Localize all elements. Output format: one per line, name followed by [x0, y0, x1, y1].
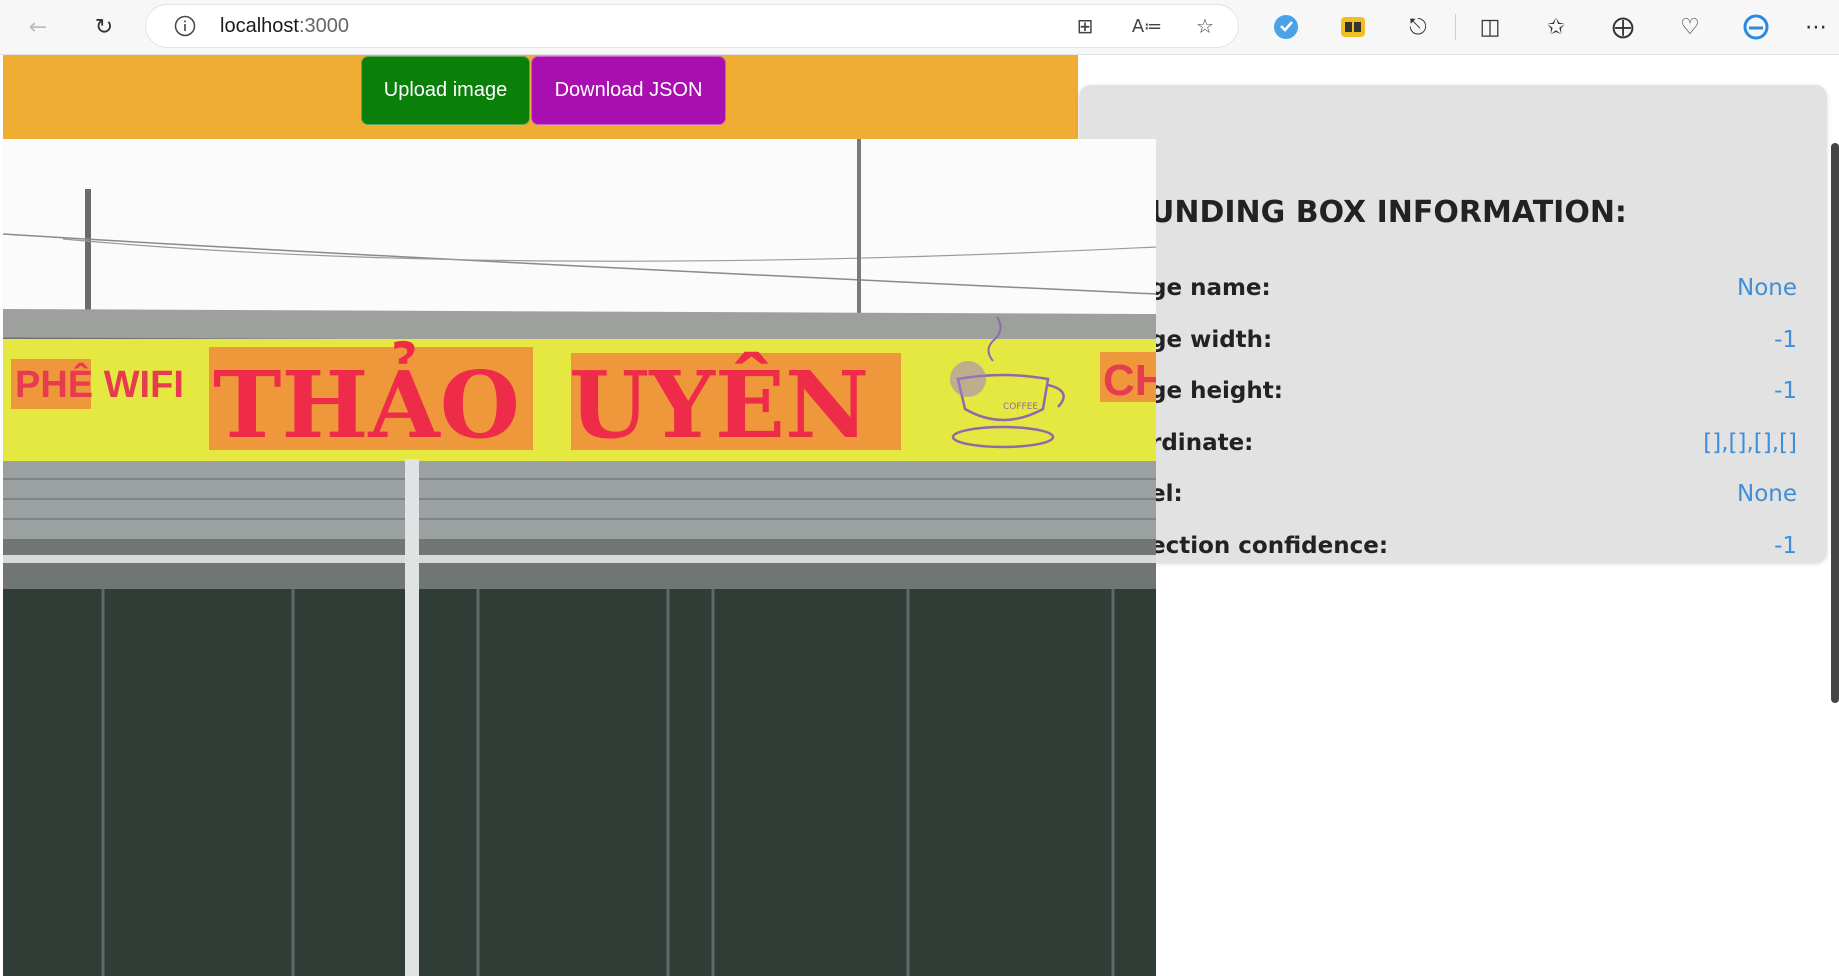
toolbar-divider — [1455, 14, 1456, 40]
info-label: ge height: — [1150, 378, 1283, 404]
page-content: Upload image Download JSON UNDING BOX IN… — [0, 55, 1839, 976]
info-row: ge height: -1 — [1079, 378, 1827, 418]
info-value: -1 — [1774, 378, 1797, 404]
url-text[interactable]: localhost:3000 — [220, 15, 349, 38]
info-row: el: None — [1079, 481, 1827, 521]
info-row: rdinate: [],[],[],[] — [1079, 430, 1827, 470]
sign-left-text: PHÊ WIFI — [15, 362, 184, 406]
info-row: ge width: -1 — [1079, 327, 1827, 367]
info-label: ge name: — [1150, 275, 1271, 301]
bounding-box-info-panel: UNDING BOX INFORMATION: ge name: None ge w… — [1079, 85, 1827, 563]
info-value: -1 — [1774, 532, 1797, 559]
browser-essentials-icon[interactable]: ♡ — [1674, 11, 1706, 43]
favorites-icon[interactable]: ✩ — [1540, 11, 1572, 43]
info-label: ection confidence: — [1150, 532, 1389, 559]
info-value: -1 — [1774, 326, 1797, 353]
extension-blue-icon[interactable] — [1270, 11, 1302, 43]
info-label: rdinate: — [1150, 429, 1254, 456]
support-pole — [405, 459, 419, 976]
edge-icon[interactable] — [1740, 11, 1772, 43]
collections-icon[interactable]: ⨁ — [1607, 11, 1639, 43]
more-menu-icon[interactable]: ⋯ — [1800, 11, 1832, 43]
info-row: ge name: None — [1079, 275, 1827, 315]
sign-right-text: CH — [1103, 356, 1156, 405]
refresh-icon[interactable]: ↻ — [88, 11, 120, 43]
back-arrow-icon[interactable]: ← — [22, 11, 54, 43]
upload-image-button[interactable]: Upload image — [361, 56, 530, 125]
sign-thao-text: THẢO — [213, 341, 520, 459]
image-canvas[interactable]: PHÊ WIFI THẢO UYÊN CH COFFEE — [3, 139, 1156, 976]
download-json-button[interactable]: Download JSON — [531, 56, 726, 125]
info-value: None — [1736, 275, 1797, 301]
cup-label: COFFEE — [1003, 402, 1038, 412]
info-value: [],[],[],[] — [1703, 429, 1797, 456]
header-bar: Upload image Download JSON — [3, 55, 1078, 139]
page-scrollbar[interactable] — [1831, 143, 1839, 703]
read-aloud-icon[interactable]: A≔ — [1132, 11, 1162, 41]
app-available-icon[interactable]: ⊞ — [1070, 11, 1100, 41]
split-screen-icon[interactable]: ◫ — [1474, 11, 1506, 43]
favorite-star-icon[interactable]: ☆ — [1190, 11, 1220, 41]
extension-reader-icon[interactable] — [1337, 11, 1369, 43]
address-bar[interactable]: localhost:3000 ⊞ A≔ ☆ — [146, 5, 1238, 47]
info-label: ge width: — [1150, 326, 1273, 353]
info-row: ection confidence: -1 — [1079, 533, 1827, 564]
info-value: None — [1736, 481, 1797, 507]
browser-toolbar: ← ↻ localhost:3000 ⊞ A≔ ☆ ⎋ ◫ ✩ ⨁ ♡ ⋯ — [0, 0, 1839, 55]
extensions-puzzle-icon[interactable]: ⎋ — [1402, 11, 1434, 43]
info-icon[interactable] — [174, 15, 196, 37]
panel-title: UNDING BOX INFORMATION: — [1150, 195, 1627, 230]
sign-uyen-text: UYÊN — [569, 351, 869, 459]
